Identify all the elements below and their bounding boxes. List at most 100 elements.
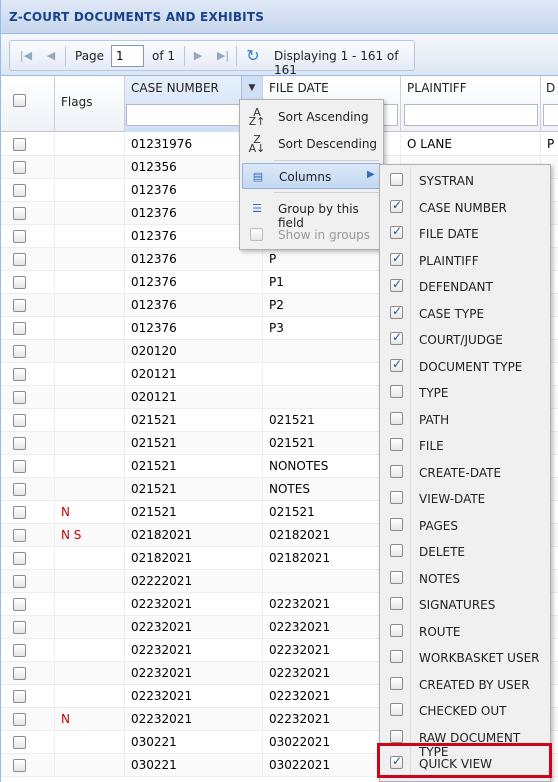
column-menu-trigger-icon[interactable]: ▼ <box>241 76 262 100</box>
column-toggle-checkbox[interactable]: ✓ <box>390 251 403 266</box>
row-checkbox[interactable] <box>13 184 26 197</box>
column-toggle-checkbox[interactable] <box>390 623 403 637</box>
column-toggle-checkbox[interactable] <box>390 464 403 478</box>
column-toggle-checkbox[interactable] <box>390 544 403 557</box>
column-toggle-checkbox[interactable] <box>390 491 403 504</box>
column-toggle-defendant[interactable]: ✓ DEFENDANT <box>382 273 548 299</box>
column-toggle-checkbox[interactable] <box>390 517 403 531</box>
row-checkbox[interactable] <box>13 713 26 726</box>
column-toggle-checked-out[interactable]: CHECKED OUT <box>382 697 548 723</box>
column-toggle-checkbox[interactable] <box>390 703 403 716</box>
row-checkbox[interactable] <box>13 299 26 312</box>
column-toggle-plaintiff[interactable]: ✓ PLAINTIFF <box>382 247 548 273</box>
row-checkbox[interactable] <box>13 667 26 680</box>
cell-flags <box>55 386 125 409</box>
column-toggle-file-date[interactable]: ✓ FILE DATE <box>382 220 548 246</box>
column-toggle-checkbox[interactable]: ✓ <box>390 330 403 345</box>
column-toggle-checkbox[interactable] <box>390 438 403 451</box>
column-toggle-checkbox[interactable] <box>390 650 403 663</box>
column-toggle-court-judge[interactable]: ✓ COURT/JUDGE <box>382 326 548 352</box>
last-page-icon[interactable]: ▶| <box>215 48 231 64</box>
row-checkbox[interactable] <box>13 690 26 703</box>
cell-flags <box>55 455 125 478</box>
row-select-cell <box>1 202 55 225</box>
column-toggle-view-date[interactable]: VIEW-DATE <box>382 485 548 511</box>
show-in-groups-label: Show in groups <box>278 228 371 242</box>
row-checkbox[interactable] <box>13 621 26 634</box>
row-checkbox[interactable] <box>13 138 26 151</box>
column-toggle-notes[interactable]: NOTES <box>382 565 548 591</box>
prev-page-icon[interactable]: ◀ <box>43 48 59 64</box>
row-checkbox[interactable] <box>13 161 26 174</box>
row-checkbox[interactable] <box>13 391 26 404</box>
header-flags[interactable]: Flags <box>55 76 125 132</box>
row-checkbox[interactable] <box>13 483 26 496</box>
columns-item[interactable]: ▤ Columns ▶ <box>242 163 381 189</box>
sort-ascending-item[interactable]: A Z↑ Sort Ascending <box>242 104 381 130</box>
column-toggle-created-by-user[interactable]: CREATED BY USER <box>382 671 548 697</box>
column-toggle-checkbox[interactable]: ✓ <box>390 277 403 292</box>
row-checkbox[interactable] <box>13 552 26 565</box>
column-toggle-checkbox[interactable]: ✓ <box>390 303 403 319</box>
next-filter-input[interactable] <box>543 104 558 126</box>
column-toggle-checkbox[interactable] <box>390 173 403 186</box>
column-toggle-pages[interactable]: PAGES <box>382 512 548 538</box>
column-toggle-route[interactable]: ROUTE <box>382 618 548 644</box>
row-checkbox[interactable] <box>13 368 26 381</box>
column-toggle-label: TYPE <box>419 386 449 400</box>
row-checkbox[interactable] <box>13 529 26 542</box>
row-checkbox[interactable] <box>13 230 26 243</box>
column-toggle-delete[interactable]: DELETE <box>382 538 548 564</box>
column-toggle-checkbox[interactable] <box>390 570 403 584</box>
column-toggle-workbasket-user[interactable]: WORKBASKET USER <box>382 644 548 670</box>
group-by-field-item[interactable]: ☰ Group by this field <box>242 196 381 230</box>
row-checkbox[interactable] <box>13 414 26 427</box>
column-toggle-create-date[interactable]: CREATE-DATE <box>382 459 548 485</box>
next-page-icon[interactable]: ▶ <box>190 48 206 64</box>
column-toggle-file[interactable]: FILE <box>382 432 548 458</box>
row-select-cell <box>1 639 55 662</box>
column-toggle-checkbox[interactable]: ✓ <box>390 198 403 213</box>
refresh-icon[interactable]: ↻ <box>244 47 262 65</box>
row-checkbox[interactable] <box>13 253 26 266</box>
row-select-cell <box>1 570 55 593</box>
row-checkbox[interactable] <box>13 460 26 473</box>
cell-case: 02232021 <box>125 662 263 685</box>
row-checkbox[interactable] <box>13 437 26 450</box>
column-toggle-type[interactable]: TYPE <box>382 379 548 405</box>
plaintiff-filter-input[interactable] <box>404 104 538 126</box>
row-checkbox[interactable] <box>13 598 26 611</box>
column-toggle-document-type[interactable]: ✓ DOCUMENT TYPE <box>382 353 548 379</box>
column-toggle-systran[interactable]: SYSTRAN <box>382 167 548 193</box>
column-toggle-checkbox[interactable] <box>390 729 403 743</box>
cell-flags <box>55 547 125 570</box>
row-checkbox[interactable] <box>13 506 26 519</box>
sort-descending-item[interactable]: Z A↓ Sort Descending <box>242 131 381 157</box>
page-number-input[interactable] <box>111 45 144 67</box>
column-toggle-case-number[interactable]: ✓ CASE NUMBER <box>382 194 548 220</box>
select-all-checkbox[interactable] <box>13 94 26 107</box>
column-toggle-checkbox[interactable]: ✓ <box>390 224 403 239</box>
column-toggle-checkbox[interactable]: ✓ <box>390 357 403 372</box>
row-checkbox[interactable] <box>13 759 26 772</box>
column-toggle-checkbox[interactable] <box>390 597 403 610</box>
row-checkbox[interactable] <box>13 575 26 588</box>
columns-label: Columns <box>279 170 332 184</box>
column-toggle-checkbox[interactable] <box>390 385 403 398</box>
column-toggle-signatures[interactable]: SIGNATURES <box>382 591 548 617</box>
header-defendant[interactable]: D <box>541 76 558 132</box>
row-checkbox[interactable] <box>13 322 26 335</box>
row-checkbox[interactable] <box>13 276 26 289</box>
header-plaintiff[interactable]: PLAINTIFF <box>401 76 541 132</box>
row-checkbox[interactable] <box>13 345 26 358</box>
column-toggle-case-type[interactable]: ✓ CASE TYPE <box>382 300 548 326</box>
row-checkbox[interactable] <box>13 644 26 657</box>
first-page-icon[interactable]: |◀ <box>18 48 34 64</box>
checkmark-icon: ✓ <box>392 303 403 318</box>
row-checkbox[interactable] <box>13 736 26 749</box>
column-toggle-checkbox[interactable] <box>390 411 403 425</box>
cell-case: 030221 <box>125 754 263 777</box>
column-toggle-path[interactable]: PATH <box>382 406 548 432</box>
column-toggle-checkbox[interactable] <box>390 676 403 690</box>
row-checkbox[interactable] <box>13 207 26 220</box>
